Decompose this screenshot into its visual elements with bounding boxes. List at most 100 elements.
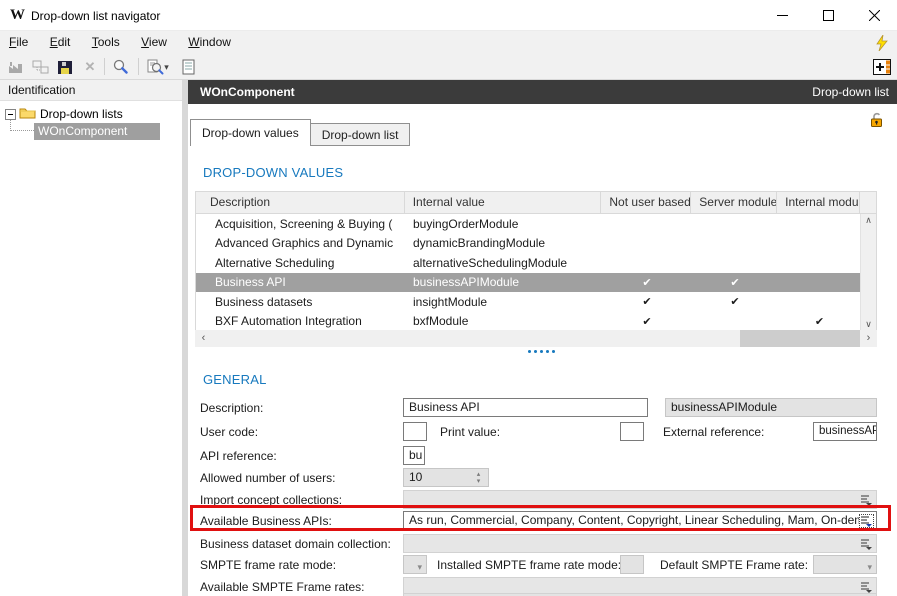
- maximize-icon: [823, 10, 834, 21]
- chevron-down-icon: ▾: [164, 62, 169, 73]
- search-document-button[interactable]: ▾: [145, 58, 171, 76]
- menu-edit[interactable]: Edit: [41, 31, 80, 49]
- save-icon: [57, 60, 73, 75]
- minimize-button[interactable]: [759, 0, 805, 31]
- copy-structure-button[interactable]: [31, 58, 51, 76]
- maximize-button[interactable]: [805, 0, 851, 31]
- tree-item-woncomponent[interactable]: WOnComponent: [34, 123, 160, 140]
- dropdown-values-table: Description Internal value Not user base…: [195, 191, 877, 347]
- lock-icon[interactable]: [870, 112, 883, 130]
- close-icon: [869, 10, 880, 21]
- save-button[interactable]: [55, 58, 75, 76]
- column-header-internal-value[interactable]: Internal value: [405, 192, 602, 213]
- app-window: W Drop-down list navigator File Edit Too…: [0, 0, 897, 596]
- spin-down-icon[interactable]: ▾: [477, 478, 481, 485]
- toolbar-separator: [104, 58, 105, 75]
- splitter-handle[interactable]: [528, 350, 555, 353]
- horizontal-scrollbar[interactable]: ‹ ›: [195, 330, 877, 347]
- table-row[interactable]: BXF Automation Integration bxfModule ✔ ✔: [196, 312, 876, 332]
- lightning-icon[interactable]: [875, 35, 888, 54]
- scroll-right-icon[interactable]: ›: [860, 330, 877, 347]
- title-bar: W Drop-down list navigator: [0, 0, 897, 31]
- content-header: WOnComponent Drop-down list: [188, 80, 897, 104]
- table-row[interactable]: Advanced Graphics and Dynamic dynamicBra…: [196, 234, 876, 254]
- external-reference-input[interactable]: businessAPI: [813, 422, 877, 441]
- menu-bar: File Edit Tools View Window: [0, 31, 897, 54]
- description-label: Description:: [200, 401, 263, 415]
- add-panel-button[interactable]: [872, 58, 892, 76]
- print-value-label: Print value:: [440, 425, 500, 439]
- installed-smpte-label: Installed SMPTE frame rate mode:: [437, 558, 621, 572]
- table-row-selected[interactable]: Business API businessAPIModule ✔ ✔: [196, 273, 876, 293]
- report-button[interactable]: [178, 58, 198, 76]
- list-selector-icon[interactable]: [859, 537, 874, 551]
- api-reference-input[interactable]: bu: [403, 446, 425, 465]
- scroll-left-icon[interactable]: ‹: [195, 330, 212, 347]
- internal-value-readonly: businessAPIModule: [665, 398, 877, 417]
- column-header-filler: [860, 192, 876, 213]
- list-selector-icon[interactable]: [859, 580, 874, 594]
- scroll-down-icon[interactable]: ∨: [861, 319, 876, 330]
- column-header-description[interactable]: Description: [196, 192, 405, 213]
- default-smpte-label: Default SMPTE Frame rate:: [660, 558, 808, 572]
- column-header-server-module[interactable]: Server module: [691, 192, 777, 213]
- general-section-title: GENERAL: [203, 372, 267, 387]
- close-button[interactable]: [851, 0, 897, 31]
- search-button[interactable]: [110, 58, 130, 76]
- smpte-mode-label: SMPTE frame rate mode:: [200, 558, 336, 572]
- delete-button[interactable]: ✕: [80, 58, 100, 76]
- report-icon: [181, 59, 196, 75]
- print-value-input[interactable]: [620, 422, 644, 441]
- tab-strip: Drop-down values Drop-down list: [190, 119, 410, 146]
- search-icon: [112, 59, 129, 76]
- allowed-users-stepper[interactable]: 10 ▴▾: [403, 468, 489, 487]
- values-section-title: DROP-DOWN VALUES: [203, 165, 343, 180]
- scrollbar-thumb[interactable]: [740, 330, 860, 347]
- spinner-arrows[interactable]: ▴▾: [470, 470, 487, 485]
- chevron-down-icon: ▾: [417, 559, 422, 574]
- delete-icon: ✕: [85, 60, 96, 74]
- scroll-up-icon[interactable]: ∧: [861, 215, 876, 226]
- column-header-not-user-based[interactable]: Not user based: [601, 192, 691, 213]
- menu-tools[interactable]: Tools: [83, 31, 129, 49]
- minimize-icon: [777, 10, 788, 21]
- table-header: Description Internal value Not user base…: [196, 192, 876, 214]
- user-code-input[interactable]: [403, 422, 427, 441]
- user-code-label: User code:: [200, 425, 258, 439]
- chevron-down-icon: ▾: [867, 559, 872, 574]
- tree-connector: [10, 120, 34, 131]
- table-row[interactable]: Alternative Scheduling alternativeSchedu…: [196, 253, 876, 273]
- default-smpte-dropdown[interactable]: ▾: [813, 555, 877, 574]
- vertical-scrollbar[interactable]: ∧ ∨: [860, 214, 876, 331]
- description-input[interactable]: Business API: [403, 398, 648, 417]
- chart-icon: [8, 60, 26, 74]
- app-logo-icon: W: [10, 7, 25, 23]
- smpte-mode-dropdown[interactable]: ▾: [403, 555, 427, 574]
- chart-button[interactable]: [7, 58, 27, 76]
- dataset-domain-field[interactable]: [403, 534, 877, 553]
- window-title: Drop-down list navigator: [31, 9, 160, 23]
- table-row[interactable]: Business datasets insightModule ✔ ✔: [196, 292, 876, 312]
- search-document-icon: [147, 59, 164, 76]
- main-panel: WOnComponent Drop-down list Drop-down va…: [188, 80, 897, 596]
- tree-item-dropdown-lists[interactable]: Drop-down lists: [40, 107, 123, 121]
- menu-window[interactable]: Window: [179, 31, 240, 49]
- installed-smpte-field: [620, 555, 644, 574]
- tool-bar: ✕ ▾: [0, 54, 897, 80]
- spin-up-icon[interactable]: ▴: [477, 471, 481, 478]
- menu-file[interactable]: File: [0, 31, 37, 49]
- copy-structure-icon: [32, 60, 50, 74]
- tree-collapse-icon[interactable]: [5, 109, 16, 120]
- tab-dropdown-list[interactable]: Drop-down list: [310, 123, 411, 146]
- folder-icon: [19, 106, 36, 119]
- content-title: WOnComponent: [200, 85, 295, 99]
- table-row[interactable]: Acquisition, Screening & Buying ( buying…: [196, 214, 876, 234]
- add-panel-icon: [873, 59, 892, 76]
- external-reference-label: External reference:: [663, 425, 764, 439]
- menu-view[interactable]: View: [132, 31, 176, 49]
- available-smpte-label: Available SMPTE Frame rates:: [200, 580, 365, 594]
- api-reference-label: API reference:: [200, 449, 277, 463]
- tab-dropdown-values[interactable]: Drop-down values: [190, 119, 311, 146]
- toolbar-separator: [138, 58, 139, 75]
- column-header-internal-module[interactable]: Internal module: [777, 192, 860, 213]
